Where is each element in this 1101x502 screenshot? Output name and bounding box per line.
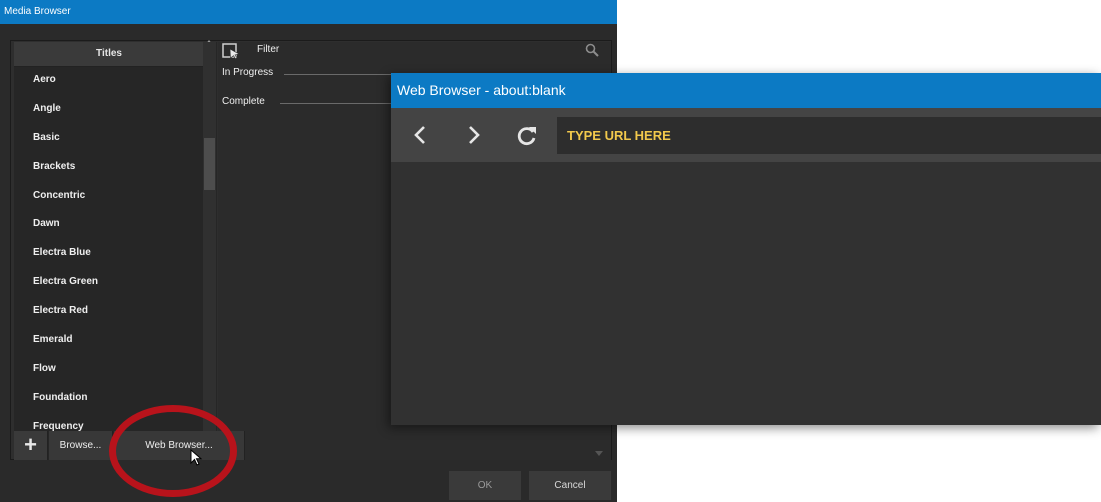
titles-header[interactable]: Titles bbox=[14, 42, 204, 67]
web-browser-window: Web Browser - about:blank TYPE URL HERE bbox=[391, 73, 1101, 425]
search-icon[interactable] bbox=[585, 43, 599, 57]
add-button[interactable]: + bbox=[14, 431, 48, 460]
title-list-item[interactable]: Electra Green bbox=[14, 268, 204, 297]
title-list-item[interactable]: Brackets bbox=[14, 153, 204, 182]
group-divider bbox=[280, 103, 394, 104]
title-list-item[interactable]: Flow bbox=[14, 355, 204, 384]
group-in-progress[interactable]: In Progress bbox=[222, 66, 273, 80]
title-list-item[interactable]: Emerald bbox=[14, 326, 204, 355]
back-icon[interactable] bbox=[409, 123, 433, 147]
filter-label[interactable]: Filter bbox=[257, 43, 279, 57]
filter-select-icon[interactable] bbox=[222, 43, 242, 59]
title-list-item[interactable]: Electra Blue bbox=[14, 239, 204, 268]
title-list-item[interactable]: Basic bbox=[14, 124, 204, 153]
group-complete[interactable]: Complete bbox=[222, 95, 265, 109]
title-list-item[interactable]: Electra Red bbox=[14, 297, 204, 326]
title-list-item[interactable]: Aero bbox=[14, 66, 204, 95]
title-list-item[interactable]: Concentric bbox=[14, 182, 204, 211]
forward-icon[interactable] bbox=[461, 123, 485, 147]
browse-button[interactable]: Browse... bbox=[49, 431, 113, 460]
cancel-button[interactable]: Cancel bbox=[529, 471, 611, 500]
reload-icon[interactable] bbox=[515, 123, 539, 147]
title-list-item[interactable]: Dawn bbox=[14, 210, 204, 239]
scroll-down-arrow-icon[interactable] bbox=[595, 451, 603, 456]
url-input[interactable]: TYPE URL HERE bbox=[557, 117, 1101, 154]
titles-scrollbar[interactable] bbox=[203, 42, 216, 434]
titles-column: Titles Aero Angle Basic Brackets Concentric D… bbox=[14, 42, 217, 460]
web-browser-titlebar: Web Browser - about:blank bbox=[391, 73, 1101, 108]
ok-button[interactable]: OK bbox=[449, 471, 521, 500]
mouse-cursor-icon bbox=[190, 449, 203, 466]
highlight-circle bbox=[109, 405, 237, 497]
titles-list: Aero Angle Basic Brackets Concentric Dawn Elec… bbox=[14, 66, 204, 438]
group-divider bbox=[284, 74, 394, 75]
media-browser-titlebar: Media Browser bbox=[0, 0, 617, 24]
title-list-item[interactable]: Angle bbox=[14, 95, 204, 124]
titles-scrollbar-thumb[interactable] bbox=[204, 138, 215, 190]
